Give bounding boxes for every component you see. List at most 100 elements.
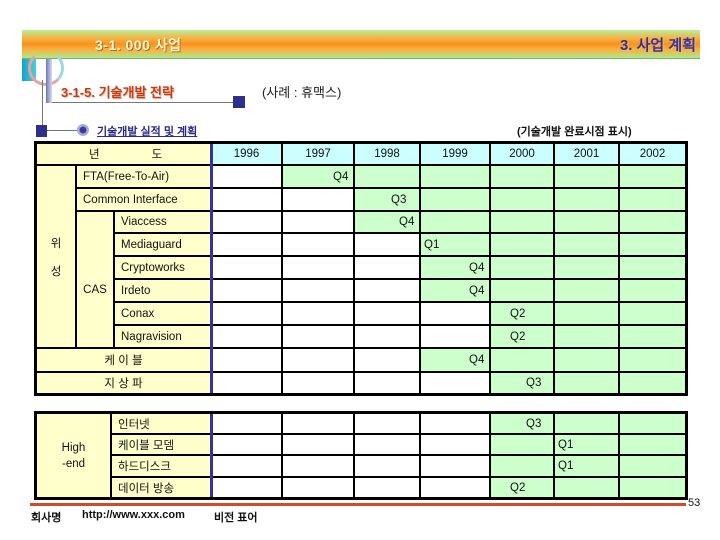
year-cell-2001 (553, 371, 620, 395)
completion-quarter-label: Q2 (510, 481, 526, 494)
completion-quarter-label: Q1 (558, 438, 574, 451)
year-cell-1998 (353, 371, 421, 395)
year-cell-1999: Q4 (419, 255, 491, 280)
year-cell-2001: Q1 (553, 454, 620, 478)
year-cell-1997 (281, 433, 355, 456)
year-cell-2002 (618, 255, 687, 280)
year-header-1998: 1998 (353, 142, 421, 166)
year-cell-1996 (210, 433, 283, 456)
year-cell-2000: Q3 (489, 412, 555, 435)
year-cell-1998 (353, 301, 421, 326)
year-cell-1999 (419, 412, 491, 435)
year-cell-1999 (419, 164, 491, 189)
year-cell-1999: Q4 (419, 347, 491, 373)
year-cell-2001 (553, 164, 620, 189)
year-cell-2001 (553, 187, 620, 212)
year-cell-2001 (553, 301, 620, 326)
group-satellite-char: 성 (50, 265, 62, 278)
completion-quarter-label: Q2 (510, 330, 526, 343)
completion-quarter-label: Q1 (424, 238, 440, 251)
section-underline (52, 102, 234, 103)
year-cell-2002 (618, 187, 687, 212)
year-cell-1998 (353, 347, 421, 373)
year-cell-2001 (553, 412, 620, 435)
year-cell-2000: Q2 (489, 301, 555, 326)
row-name: Mediaguard (113, 232, 212, 257)
year-cell-2002 (618, 371, 687, 395)
row-name: Irdeto (113, 278, 212, 303)
year-cell-1997 (281, 371, 355, 395)
completion-quarter-label: Q4 (469, 261, 485, 274)
year-cell-1998 (353, 232, 421, 257)
year-cell-1996 (210, 255, 283, 280)
section-title: 3-1-5. 기술개발 전략 (61, 85, 174, 100)
banner-right-title: 3. 사업 계획 (619, 37, 696, 54)
year-cell-2000 (489, 347, 555, 373)
row-name: Viaccess (113, 210, 212, 234)
year-cell-2002 (618, 347, 687, 373)
footer-url[interactable]: http://www.xxx.com (82, 509, 185, 521)
year-cell-2000 (489, 164, 555, 189)
row-name-text: FTA(Free-To-Air) (83, 170, 170, 183)
row-name-text: 케이블 모뎀 (118, 439, 175, 452)
group-satellite-char: 위 (50, 237, 62, 250)
year-cell-2001 (553, 255, 620, 280)
row-name-text: 인터넷 (118, 418, 150, 431)
year-cell-1999 (419, 187, 491, 212)
row-name: 인터넷 (110, 412, 212, 435)
year-cell-2002 (618, 232, 687, 257)
year-cell-2001 (553, 324, 620, 349)
year-header-2001-text: 2001 (573, 148, 600, 160)
year-cell-1996 (210, 324, 283, 349)
year-cell-1999 (419, 433, 491, 456)
row-name-text: Mediaguard (121, 238, 182, 251)
year-cell-1996 (210, 347, 283, 373)
completion-quarter-label: Q3 (526, 377, 542, 389)
year-cell-1997 (281, 255, 355, 280)
row-name: 하드디스크 (110, 454, 212, 478)
year-cell-1997 (281, 412, 355, 435)
subsection-link[interactable]: 기술개발 실적 및 계획 (97, 123, 197, 139)
year-header-2001: 2001 (553, 142, 620, 166)
year-header-1999: 1999 (419, 142, 491, 166)
year-cell-1996 (210, 232, 283, 257)
year-cell-1996 (210, 164, 283, 189)
year-cell-2000: Q2 (489, 476, 555, 499)
year-cell-1998 (353, 255, 421, 280)
year-cell-1997 (281, 210, 355, 234)
year-header-label: 년도 (35, 142, 212, 166)
group-high-end: High -end (35, 412, 112, 499)
row-name-text: Viaccess (121, 216, 167, 228)
year-header-1999-text: 1999 (442, 148, 468, 160)
year-cell-2000 (489, 187, 555, 212)
footer-slogan: 비전 표어 (214, 512, 258, 524)
connector-line (47, 130, 77, 131)
row-name: Conax (113, 301, 212, 326)
completion-quarter-label: Q2 (510, 307, 526, 320)
year-header-1997: 1997 (281, 142, 355, 166)
column-divider (210, 143, 213, 394)
completion-quarter-label: Q1 (558, 460, 574, 472)
year-cell-2002 (618, 412, 687, 435)
year-cell-2001 (553, 232, 620, 257)
completion-quarter-label: Q4 (469, 354, 485, 366)
footer-company: 회사명 (31, 512, 62, 524)
year-cell-2002 (618, 210, 687, 234)
group-cas: CAS (75, 210, 115, 349)
year-cell-1997: Q4 (281, 164, 355, 189)
year-cell-1996 (210, 454, 283, 478)
year-header-2002-text: 2002 (639, 148, 666, 160)
completion-quarter-label: Q4 (333, 170, 349, 183)
year-cell-2002 (618, 454, 687, 478)
year-cell-2000: Q3 (489, 371, 555, 395)
row-name-text: Cryptoworks (121, 261, 185, 274)
group-cas-text: CAS (83, 283, 107, 296)
year-cell-1997 (281, 476, 355, 499)
year-cell-1997 (281, 278, 355, 303)
row-name: FTA(Free-To-Air) (75, 164, 212, 189)
row-name-text: Nagravision (121, 330, 182, 343)
header-banner: 3-1. 000 사업 3. 사업 계획 (22, 30, 700, 59)
row-name: Cryptoworks (113, 255, 212, 280)
year-cell-1996 (210, 371, 283, 395)
year-cell-2000: Q2 (489, 324, 555, 349)
